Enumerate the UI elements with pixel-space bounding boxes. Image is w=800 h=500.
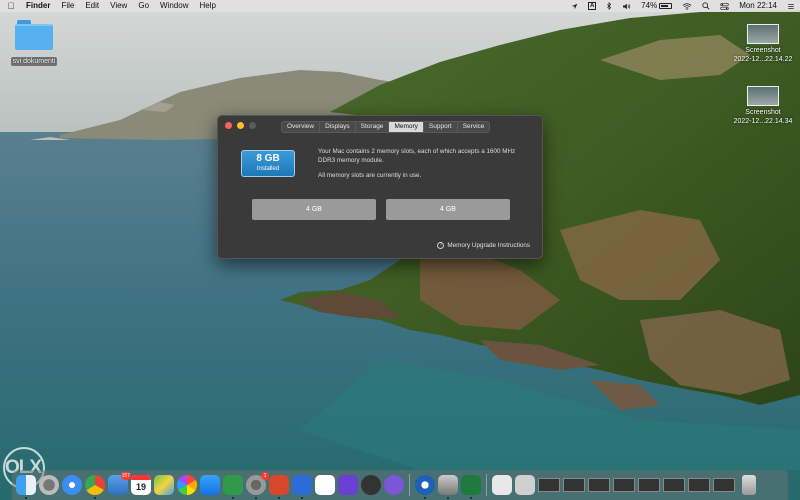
mail-badge: 157 [120,472,131,480]
screenshot-date: 2022-12...22.14.34 [733,118,793,125]
menu-app-finder[interactable]: Finder [22,0,57,12]
battery-status[interactable]: 74% [636,0,677,12]
notification-center-icon[interactable] [782,0,800,12]
arc-launcher-icon[interactable] [361,475,381,495]
launchpad-rocket-icon[interactable] [39,475,59,495]
word-icon[interactable] [292,475,312,499]
app-store-icon[interactable] [200,475,220,495]
screenshot-name: Screenshot [745,47,781,54]
tab-overview[interactable]: Overview [282,122,321,132]
desktop-screenshot-2[interactable]: Screenshot 2022-12...22.14.34 [728,86,798,126]
window-tab-bar: Overview Displays Storage Memory Support… [281,121,491,133]
menu-view[interactable]: View [106,0,134,12]
spotlight-search-icon[interactable] [697,0,715,12]
folder-icon [15,18,53,50]
minimized-window-thumb[interactable] [663,478,685,492]
memory-slot-2: 4 GB [386,199,510,220]
calendar-day: 19 [135,482,146,492]
wifi-icon[interactable] [677,0,697,12]
mail-icon[interactable]: 157 [108,472,131,495]
status-area: A 74% Mon 22:14 [566,0,800,12]
minimized-window-thumb[interactable] [638,478,660,492]
input-source-icon[interactable]: A [583,0,601,12]
screenshot-date: 2022-12...22.14.22 [733,56,793,63]
quicktime-icon[interactable] [415,475,435,499]
maps-icon[interactable] [154,475,174,495]
dock-separator [409,474,410,496]
screenshot-thumbnail [747,86,779,106]
tab-support[interactable]: Support [424,122,458,132]
menu-window[interactable]: Window [156,0,195,12]
excel-icon[interactable] [461,475,481,499]
tab-storage[interactable]: Storage [356,122,390,132]
trash-icon[interactable] [742,475,756,495]
help-circle-icon: ? [437,242,445,249]
minimized-window-thumb[interactable] [538,478,560,492]
minimized-window-thumb[interactable] [588,478,610,492]
settings-badge: 1 [261,472,269,480]
close-button[interactable] [225,122,232,129]
dock: 157 19 1 [12,470,788,500]
finder-icon[interactable] [16,475,36,499]
minimized-window-thumb[interactable] [688,478,710,492]
zoom-button[interactable] [249,122,256,129]
music-icon[interactable] [315,475,335,495]
memory-total: 8 GB [256,153,280,164]
volume-icon[interactable] [617,0,636,12]
battery-percent: 74% [641,1,658,10]
menu-clock[interactable]: Mon 22:14 [734,0,782,12]
desktop-folder-svi-dokumenti[interactable]: svi dokumenti [6,18,62,68]
memory-installed-caption: Installed [256,166,280,172]
minimize-button[interactable] [237,122,244,129]
minimized-window-thumb[interactable] [563,478,585,492]
menu-go[interactable]: Go [134,0,156,12]
imovie-star-icon[interactable] [338,475,358,495]
minimized-window-thumb[interactable] [613,478,635,492]
battery-icon [659,3,673,9]
safari-compass-icon[interactable] [62,475,82,495]
preview-icon[interactable] [438,475,458,499]
powerpoint-icon[interactable] [269,475,289,499]
document-icon[interactable] [492,475,512,495]
about-this-mac-window: Overview Displays Storage Memory Support… [217,115,543,259]
window-titlebar[interactable]: Overview Displays Storage Memory Support… [218,116,542,136]
photos-icon[interactable] [177,475,197,495]
menu-edit[interactable]: Edit [81,0,106,12]
apple-menu-icon[interactable]:  [0,1,22,11]
system-preferences-gear-icon[interactable]: 1 [246,472,269,499]
tab-service[interactable]: Service [458,122,490,132]
control-center-icon[interactable] [715,0,734,12]
memory-installed-badge: 8 GB Installed [241,150,295,177]
facetime-icon[interactable] [223,475,243,499]
menu-help[interactable]: Help [195,0,222,12]
dock-separator [486,474,487,496]
desktop-screenshot-1[interactable]: Screenshot 2022-12...22.14.22 [728,24,798,64]
memory-slot-1: 4 GB [252,199,376,220]
chrome-icon[interactable] [85,475,105,499]
calendar-icon[interactable]: 19 [131,475,151,495]
screenshot-thumbnail [747,24,779,44]
tab-displays[interactable]: Displays [320,122,356,132]
document-icon[interactable] [515,475,535,495]
location-arrow-icon[interactable] [566,0,583,12]
screenshot-name: Screenshot [745,109,781,116]
minimized-window-thumb[interactable] [713,478,735,492]
menu-bar:  Finder File Edit View Go Window Help A… [0,0,800,12]
bluetooth-icon[interactable] [601,0,617,12]
memory-upgrade-link[interactable]: ? Memory Upgrade Instructions [437,242,530,249]
traffic-lights [225,122,256,129]
memory-slot-status: All memory slots are currently in use. [318,172,422,179]
memory-description: Your Mac contains 2 memory slots, each o… [318,148,516,164]
menu-file[interactable]: File [57,0,81,12]
tab-memory[interactable]: Memory [389,122,424,132]
memory-upgrade-label: Memory Upgrade Instructions [447,242,530,249]
viber-icon[interactable] [384,475,404,495]
desktop-folder-label: svi dokumenti [10,57,58,66]
